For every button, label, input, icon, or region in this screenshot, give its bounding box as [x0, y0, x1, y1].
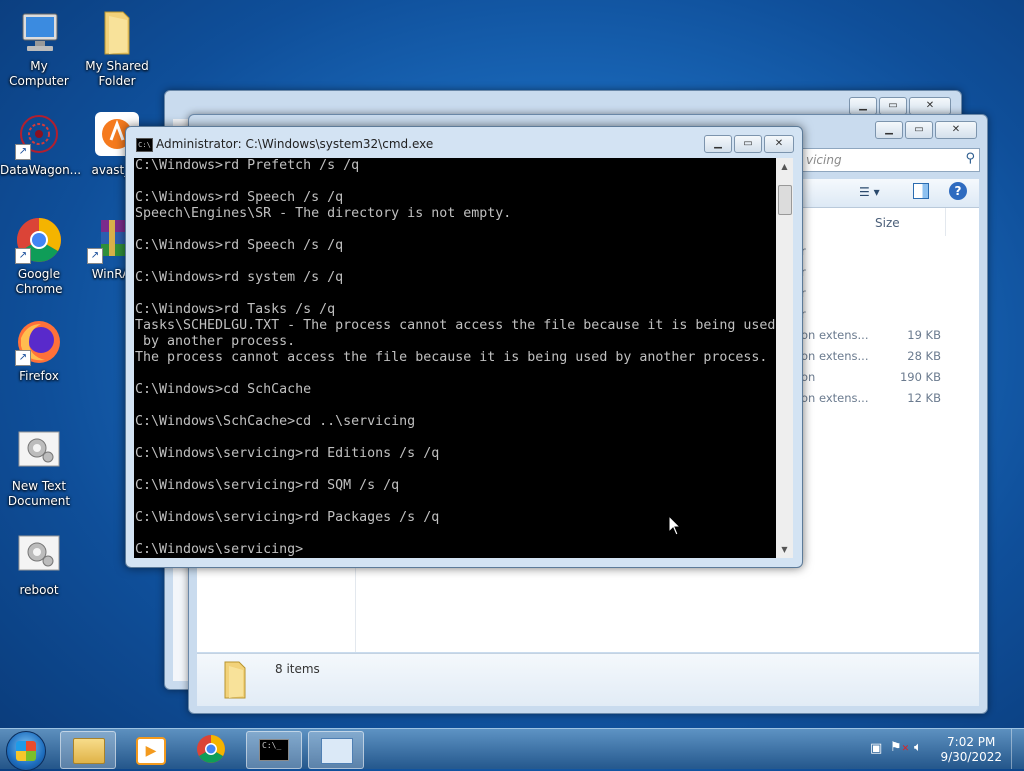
minimize-button[interactable]: ▁ [704, 135, 732, 153]
action-center-flag-icon[interactable]: ⚑✕ [890, 740, 909, 755]
maximize-button[interactable]: ▭ [879, 97, 907, 115]
file-type: on extens... [801, 391, 869, 405]
table-row[interactable]: on extens... 12 KB [801, 391, 971, 412]
table-row[interactable]: r [801, 307, 971, 328]
file-size: 19 KB [907, 328, 941, 342]
file-type: on extens... [801, 349, 869, 363]
console-text: C:\Windows>rd Prefetch /s /q C:\Windows>… [135, 158, 776, 557]
window-controls: ▁ ▭ ✕ [849, 97, 951, 115]
firefox-icon: ↗ [15, 318, 63, 366]
desktop-icon-label: Firefox [19, 369, 59, 383]
scroll-thumb[interactable] [778, 185, 792, 215]
desktop-icon-reboot[interactable]: reboot [0, 532, 78, 598]
volume-icon[interactable]: 🔈︎ [914, 740, 922, 755]
chrome-icon: ↗ [15, 216, 63, 264]
batch-file-icon [15, 428, 63, 476]
show-desktop-button[interactable] [1011, 729, 1024, 769]
desktop-icon-new-text-document[interactable]: New Text Document [0, 428, 78, 509]
windows-logo-icon [16, 741, 36, 761]
table-row[interactable]: r [801, 286, 971, 307]
console-output[interactable]: C:\Windows>rd Prefetch /s /q C:\Windows>… [134, 158, 776, 558]
clock[interactable]: 7:02 PM 9/30/2022 [940, 735, 1002, 765]
cmd-window[interactable]: C:\ Administrator: C:\Windows\system32\c… [125, 126, 803, 568]
taskbar-item-chrome[interactable] [184, 731, 238, 767]
taskbar-item-cmd[interactable]: C:\_ [246, 731, 302, 769]
close-button[interactable]: ✕ [935, 121, 977, 139]
batch-file-icon [15, 532, 63, 580]
item-count: 8 items [275, 662, 320, 676]
column-header-size[interactable]: Size [875, 216, 900, 230]
desktop-icon-label: DataWagon... [0, 163, 82, 177]
table-row[interactable]: on extens... 28 KB [801, 349, 971, 370]
file-rows: r r r r on extens... 19 KB on extens... 28… [801, 244, 971, 412]
scroll-up-icon[interactable]: ▲ [776, 158, 793, 175]
control-panel-icon [321, 738, 353, 764]
column-divider [945, 208, 946, 236]
shortcut-arrow-icon: ↗ [87, 248, 103, 264]
folder-icon [217, 660, 253, 703]
folder-icon [93, 8, 141, 56]
maximize-button[interactable]: ▭ [905, 121, 933, 139]
desktop-icon-label: New Text Document [7, 479, 71, 508]
shortcut-arrow-icon: ↗ [15, 248, 31, 264]
details-pane: 8 items [197, 653, 979, 706]
window-controls: ▁ ▭ ✕ [875, 121, 977, 139]
preview-pane-icon[interactable] [913, 183, 929, 199]
chrome-icon [197, 735, 225, 763]
taskbar-item-media-player[interactable]: ▶ [122, 731, 176, 767]
table-row[interactable]: r [801, 244, 971, 265]
search-box[interactable]: vicing ⚲ [801, 148, 980, 172]
system-tray: ▣ ⚑✕ 🔈︎ 7:02 PM 9/30/2022 [854, 729, 1024, 769]
window-title: Administrator: C:\Windows\system32\cmd.e… [156, 137, 434, 151]
taskbar-item-explorer[interactable] [60, 731, 116, 769]
file-size: 28 KB [907, 349, 941, 363]
desktop-icon-firefox[interactable]: ↗ Firefox [0, 318, 78, 384]
shortcut-arrow-icon: ↗ [15, 350, 31, 366]
maximize-button[interactable]: ▭ [734, 135, 762, 153]
taskbar: ▶ C:\_ ▣ ⚑✕ 🔈︎ 7:02 PM 9/30/2022 [0, 728, 1024, 771]
view-options-icon[interactable]: ☰ ▾ [859, 185, 880, 199]
window-controls: ▁ ▭ ✕ [704, 135, 794, 153]
clock-time: 7:02 PM [947, 735, 996, 749]
table-row[interactable]: on 190 KB [801, 370, 971, 391]
clock-date: 9/30/2022 [940, 750, 1002, 764]
scroll-down-icon[interactable]: ▼ [776, 541, 793, 558]
start-button[interactable] [6, 731, 46, 771]
computer-icon [15, 8, 63, 56]
datawagon-icon: ↗ [15, 112, 63, 160]
desktop-icon-label: My Computer [9, 59, 69, 88]
desktop-icon-google-chrome[interactable]: ↗ Google Chrome [0, 216, 78, 297]
file-size: 12 KB [907, 391, 941, 405]
cmd-icon: C:\_ [259, 739, 289, 761]
table-row[interactable]: on extens... 19 KB [801, 328, 971, 349]
search-input[interactable]: vicing [806, 153, 842, 167]
taskbar-item-control-panel[interactable] [308, 731, 364, 769]
file-type: on [801, 370, 816, 384]
minimize-button[interactable]: ▁ [875, 121, 903, 139]
cmd-app-icon: C:\ [136, 138, 153, 152]
desktop-icon-my-shared-folder[interactable]: My Shared Folder [78, 8, 156, 89]
network-icon[interactable]: ▣ [870, 741, 882, 756]
close-button[interactable]: ✕ [764, 135, 794, 153]
explorer-icon [73, 738, 105, 764]
table-row[interactable]: r [801, 265, 971, 286]
search-icon[interactable]: ⚲ [965, 151, 975, 166]
help-icon[interactable]: ? [949, 182, 967, 200]
desktop-icon-label: My Shared Folder [85, 59, 149, 88]
media-player-icon: ▶ [136, 737, 166, 765]
file-type: on extens... [801, 328, 869, 342]
vertical-scrollbar[interactable]: ▲ ▼ [776, 158, 793, 558]
close-button[interactable]: ✕ [909, 97, 951, 115]
desktop-icon-label: Google Chrome [15, 267, 63, 296]
desktop-icon-my-computer[interactable]: My Computer [0, 8, 78, 89]
minimize-button[interactable]: ▁ [849, 97, 877, 115]
file-size: 190 KB [899, 370, 941, 384]
desktop-icon-datawagon[interactable]: ↗ DataWagon... [0, 112, 82, 178]
desktop-icon-label: reboot [19, 583, 59, 597]
shortcut-arrow-icon: ↗ [15, 144, 31, 160]
mouse-cursor-icon [668, 514, 682, 540]
